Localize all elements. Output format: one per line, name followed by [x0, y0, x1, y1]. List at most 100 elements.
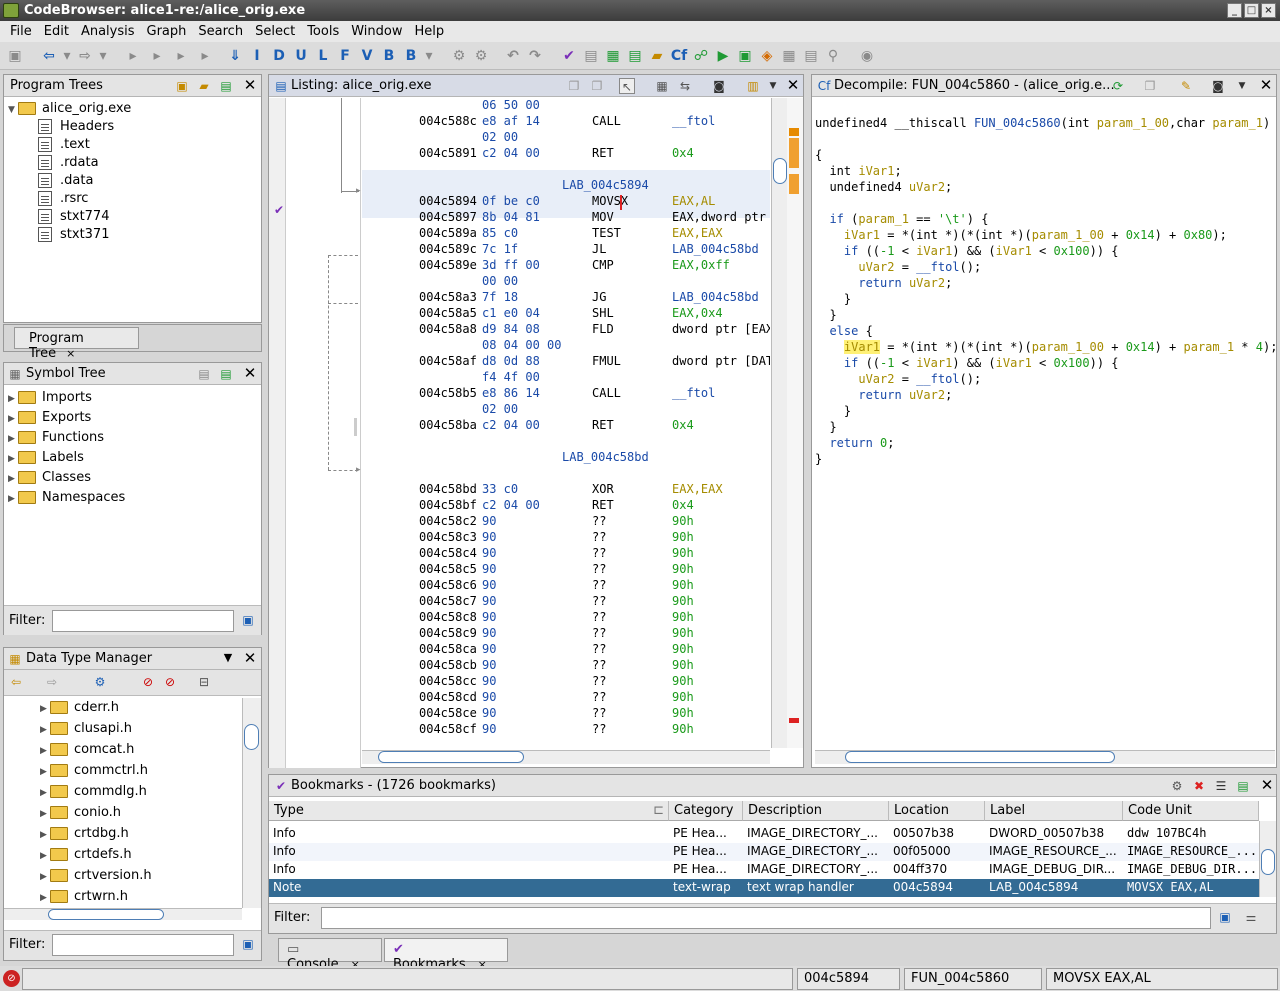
listing-row[interactable]: 00 00	[362, 274, 770, 290]
listing-row[interactable]: 004c58cf 90?? 90h	[362, 722, 770, 738]
copy-icon[interactable]: ❐	[566, 78, 582, 94]
code-line[interactable]: uVar2 = __ftol();	[815, 260, 981, 276]
check-icon[interactable]: ✔	[560, 47, 578, 65]
listing-row[interactable]: 004c58c8 90?? 90h	[362, 610, 770, 626]
menu-file[interactable]: File	[4, 24, 38, 39]
listing-row[interactable]: 004c58a3 7f 18 JG LAB_004c58bd	[362, 290, 770, 306]
code-line[interactable]: }	[815, 452, 822, 468]
listing-row[interactable]: 004c58c9 90?? 90h	[362, 626, 770, 642]
dtm-filter-options-icon[interactable]: ▣	[240, 936, 256, 952]
listing-row[interactable]: 004c58b5 e8 86 14 CALL __ftol	[362, 386, 770, 402]
code-line[interactable]: }	[815, 404, 851, 420]
next-instruction-icon[interactable]: I	[248, 47, 266, 65]
code-line[interactable]: uVar2 = __ftol();	[815, 372, 981, 388]
folder-tool-icon[interactable]: ▰	[648, 47, 666, 65]
undo-icon[interactable]: ↶	[504, 47, 522, 65]
menu-search[interactable]: Select	[249, 24, 301, 39]
code-line[interactable]: undefined4 __thiscall FUN_004c5860(int p…	[815, 116, 1270, 132]
listing-row[interactable]: 004c58ce 90?? 90h	[362, 706, 770, 722]
new-tree-icon[interactable]: ▣	[174, 78, 190, 94]
nav-icon-4[interactable]: ▸	[196, 47, 214, 65]
tree-item-rdata[interactable]: .rdata	[38, 155, 99, 173]
tool-icon-c[interactable]: ▤	[582, 47, 600, 65]
bookmarks-settings-icon[interactable]: ⚌	[1243, 909, 1259, 925]
listing-row[interactable]: 004c58cb 90?? 90h	[362, 658, 770, 674]
listing-row[interactable]	[362, 466, 770, 482]
dtm-archive-icon[interactable]: ⚙	[92, 674, 108, 690]
next-data-icon[interactable]: D	[270, 47, 288, 65]
listing-row[interactable]: 004c58af d8 0d 88 FMUL dword ptr [DAT	[362, 354, 770, 370]
listing-row[interactable]: 004c58c7 90?? 90h	[362, 594, 770, 610]
menu-window[interactable]: Help	[408, 24, 450, 39]
tree-root[interactable]: ▼ alice_orig.exe	[8, 101, 131, 119]
cursor-tool-icon[interactable]: ↖	[619, 78, 635, 94]
dtm-item[interactable]: ▶ commctrl.h	[40, 763, 148, 781]
listing-row[interactable]: 004c58a5 c1 e0 04 SHL EAX,0x4	[362, 306, 770, 322]
listing-label-row[interactable]: LAB_004c58bd	[362, 450, 770, 466]
next-label-icon[interactable]: L	[314, 47, 332, 65]
table-icon[interactable]: ▦	[780, 47, 798, 65]
decompile-snapshot-icon[interactable]: ◙	[1210, 78, 1226, 94]
code-line[interactable]: }	[815, 292, 851, 308]
bookmark-export-icon[interactable]: ▤	[1235, 778, 1251, 794]
listing-row[interactable]: 004c58ca 90?? 90h	[362, 642, 770, 658]
export-icon[interactable]: ▤	[802, 47, 820, 65]
listing-row[interactable]: 004c58ba c2 04 00 RET 0x4	[362, 418, 770, 434]
listing-layout-icon[interactable]: ▦	[654, 78, 670, 94]
close-bookmarks-icon[interactable]: ✕	[1259, 777, 1275, 793]
code-line[interactable]: iVar1 = *(int *)(*(int *)(param_1_00 + 0…	[815, 340, 1275, 356]
dtm-filter-input[interactable]	[52, 934, 234, 956]
col-category[interactable]: Category	[669, 801, 743, 821]
symbol-item-classes[interactable]: ▶ Classes	[8, 470, 91, 488]
nav-icon-3[interactable]: ▸	[172, 47, 190, 65]
code-line[interactable]: }	[815, 308, 836, 324]
code-line[interactable]: if ((-1 < iVar1) && (iVar1 < 0x100)) {	[815, 356, 1119, 372]
export-tree-icon[interactable]: ▤	[218, 78, 234, 94]
listing-label-row[interactable]: LAB_004c5894	[362, 178, 770, 194]
dtm-item[interactable]: ▶ cderr.h	[40, 700, 119, 718]
bookmark-filter-icon[interactable]: ⚙	[1169, 778, 1185, 794]
listing-row[interactable]: 004c58bf c2 04 00 RET 0x4	[362, 498, 770, 514]
minimize-button[interactable]: _	[1227, 3, 1242, 18]
tab-program-tree[interactable]: Program Tree ×	[14, 327, 139, 361]
tree-icon[interactable]: ⚲	[824, 47, 842, 65]
tree-item-stxt371[interactable]: stxt371	[38, 227, 109, 245]
listing-options-icon[interactable]: ▥	[745, 78, 761, 94]
dtm-collapse-icon[interactable]: ⊟	[196, 674, 212, 690]
listing-diff-icon[interactable]: ⇆	[677, 78, 693, 94]
tab-console[interactable]: ▭ Console ×	[278, 938, 382, 972]
maximize-button[interactable]: □	[1244, 3, 1259, 18]
listing-row[interactable]: 004c58a8 d9 84 08 FLD dword ptr [EAX	[362, 322, 770, 338]
tool-icon-e[interactable]: ▤	[626, 47, 644, 65]
col-code-unit[interactable]: Code Unit	[1123, 801, 1259, 821]
next-b-icon[interactable]: B	[402, 47, 420, 65]
listing-row[interactable]: 004c589a 85 c0 TEST EAX,EAX	[362, 226, 770, 242]
code-line[interactable]: if ((-1 < iVar1) && (iVar1 < 0x100)) {	[815, 244, 1119, 260]
back-icon[interactable]: ⇦	[40, 47, 58, 65]
symbol-tool-icon[interactable]: ▤	[196, 366, 212, 382]
diamond-icon[interactable]: ◈	[758, 47, 776, 65]
dtm-filter2-icon[interactable]: ⊘	[162, 674, 178, 690]
code-line[interactable]: {	[815, 148, 822, 164]
nav-icon-1[interactable]: ▸	[124, 47, 142, 65]
table-row[interactable]: Info PE Hea... IMAGE_DIRECTORY_... 004ff370…	[269, 861, 1259, 879]
code-line[interactable]: return uVar2;	[815, 388, 952, 404]
tool-icon-b[interactable]: ⚙	[472, 47, 490, 65]
dtm-forward-icon[interactable]: ⇨	[44, 674, 60, 690]
col-label[interactable]: Label	[985, 801, 1123, 821]
delete-bookmark-icon[interactable]: ✖	[1191, 778, 1207, 794]
edit-signature-icon[interactable]: ✎	[1178, 78, 1194, 94]
bookmarks-filter-options-icon[interactable]: ▣	[1217, 909, 1233, 925]
tree-item-rsrc[interactable]: .rsrc	[38, 191, 88, 209]
listing-row[interactable]: 02 00	[362, 402, 770, 418]
decompile-menu-icon[interactable]: ▼	[1234, 78, 1250, 94]
tree-item-data[interactable]: .data	[38, 173, 93, 191]
listing-row[interactable]: 004c58c4 90?? 90h	[362, 546, 770, 562]
listing-row[interactable]: 004c58c5 90?? 90h	[362, 562, 770, 578]
code-line[interactable]: }	[815, 420, 836, 436]
listing-row[interactable]: 004c58c2 90?? 90h	[362, 514, 770, 530]
bookmark-list-icon[interactable]: ☰	[1213, 778, 1229, 794]
symbol-item-labels[interactable]: ▶ Labels	[8, 450, 84, 468]
dtm-hscrollbar[interactable]	[4, 908, 242, 920]
dtm-scrollbar[interactable]	[242, 698, 261, 908]
